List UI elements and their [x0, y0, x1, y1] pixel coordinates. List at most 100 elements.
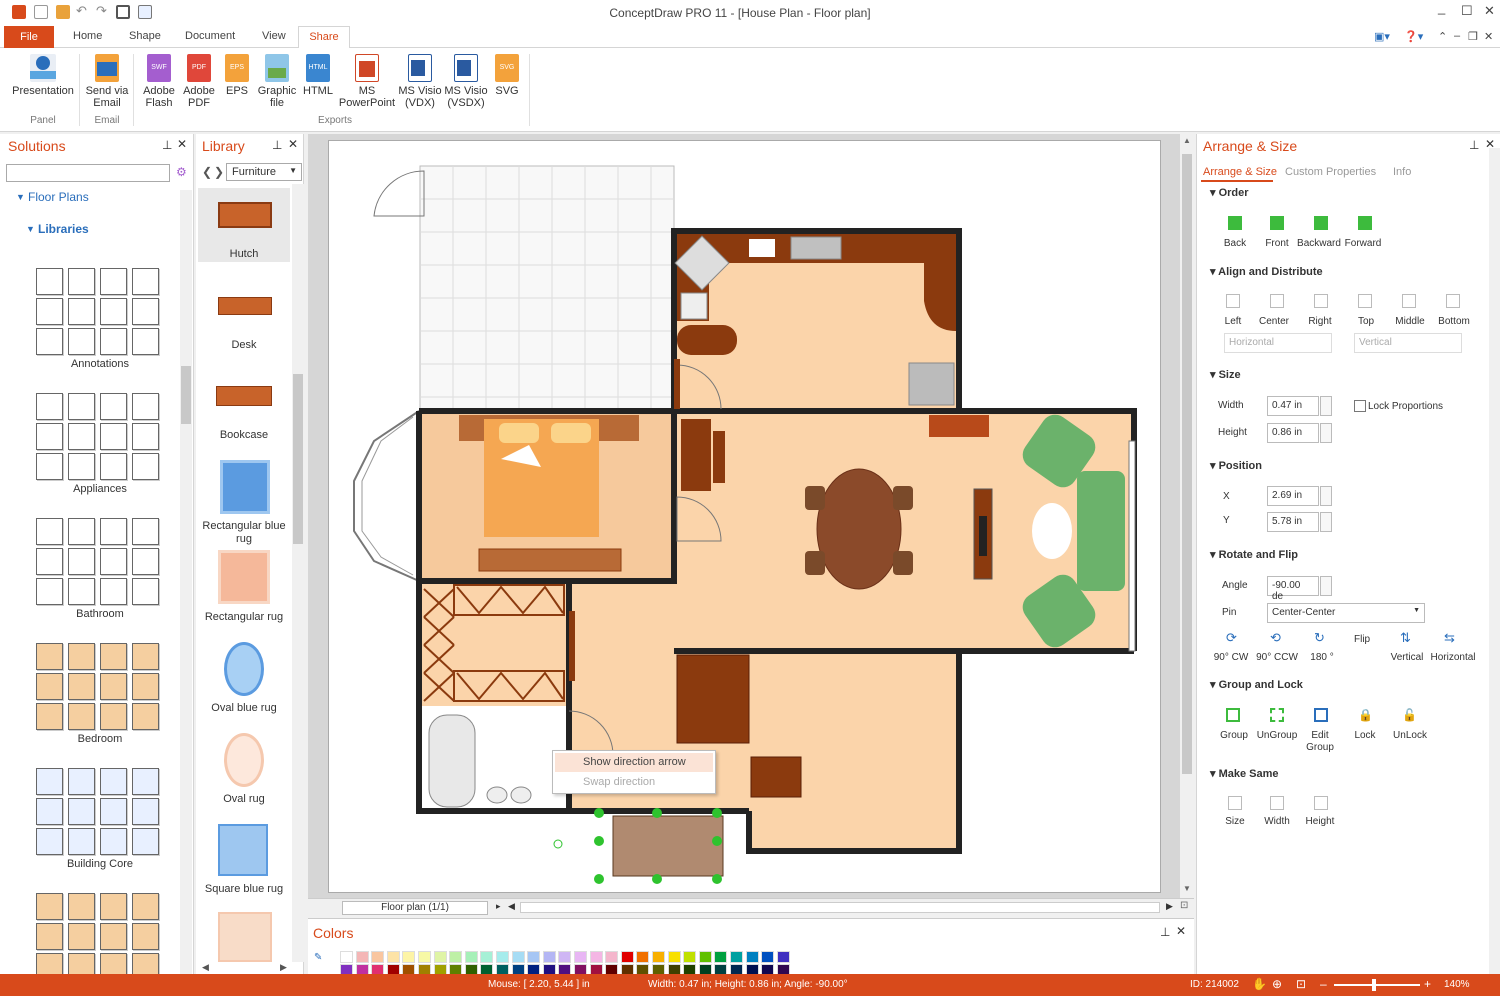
pin-arrange-icon[interactable]: ⊥ — [1469, 138, 1479, 152]
library-symbol[interactable] — [68, 298, 95, 325]
zoom-out-icon[interactable]: – — [1320, 977, 1327, 991]
library-symbol[interactable] — [68, 548, 95, 575]
library-symbol[interactable] — [100, 328, 127, 355]
doc-close-icon[interactable]: ✕ — [1484, 30, 1493, 43]
same-size-button[interactable]: Size — [1215, 816, 1255, 827]
align-right-icon[interactable] — [1314, 294, 1328, 308]
library-symbol[interactable] — [100, 423, 127, 450]
color-swatch[interactable] — [355, 951, 369, 963]
color-swatch[interactable] — [340, 951, 353, 963]
library-symbol[interactable] — [132, 578, 159, 605]
library-symbol[interactable] — [68, 268, 95, 295]
library-select[interactable]: Furniture ▼ — [226, 163, 302, 181]
category-annotations[interactable]: Annotations — [10, 358, 190, 370]
same-size-icon[interactable] — [1228, 796, 1242, 810]
color-swatch[interactable] — [511, 951, 525, 963]
color-swatch[interactable] — [464, 951, 478, 963]
same-height-icon[interactable] — [1314, 796, 1328, 810]
search-options-icon[interactable]: ⚙ — [176, 165, 187, 179]
toilet[interactable] — [486, 786, 508, 804]
library-symbol[interactable] — [132, 673, 159, 700]
library-symbol[interactable] — [100, 828, 127, 855]
library-symbol[interactable] — [132, 328, 159, 355]
library-symbol[interactable] — [100, 548, 127, 575]
category-appliances[interactable]: Appliances — [10, 483, 190, 495]
color-swatch[interactable] — [558, 951, 572, 963]
solutions-search-input[interactable] — [6, 164, 170, 182]
rotate-90cw-button[interactable]: 90° CW — [1210, 652, 1252, 663]
align-middle-button[interactable]: Middle — [1390, 316, 1430, 327]
close-window-icon[interactable]: ✕ — [1484, 3, 1495, 19]
color-swatch[interactable] — [667, 951, 681, 963]
flip-horizontal-icon[interactable]: ⇆ — [1444, 630, 1458, 645]
align-center-button[interactable]: Center — [1254, 316, 1294, 327]
canvas-vscroll[interactable]: ▲ ▼ — [1180, 134, 1194, 898]
color-swatch[interactable] — [745, 951, 759, 963]
scroll-right-icon[interactable]: ▶ — [280, 962, 287, 973]
maximize-icon[interactable]: ☐ — [1461, 3, 1473, 19]
ms-visio-vsdx-button[interactable]: MS Visio (VSDX) — [443, 54, 489, 109]
library-symbol[interactable] — [132, 643, 159, 670]
sink-bath[interactable] — [510, 786, 532, 804]
color-swatch[interactable] — [589, 951, 603, 963]
fit-page-icon[interactable]: ⊡ — [1180, 900, 1188, 911]
color-swatch[interactable] — [698, 951, 712, 963]
ungroup-icon[interactable] — [1270, 708, 1284, 722]
height-input[interactable]: 0.86 in — [1267, 423, 1319, 443]
sideboard[interactable] — [681, 419, 711, 491]
library-item-square-blue-rug[interactable]: Square blue rug — [196, 883, 292, 895]
library-item-rectangular-rug[interactable]: Rectangular rug — [196, 611, 292, 623]
floor-plan-drawing[interactable] — [329, 141, 1162, 894]
library-symbol[interactable] — [36, 923, 63, 950]
pin-select[interactable]: Center-Center ▼ — [1267, 603, 1425, 623]
pin-icon[interactable]: ⊥ — [162, 138, 172, 152]
tree-libraries[interactable]: Libraries — [38, 222, 89, 236]
color-swatch[interactable] — [496, 951, 509, 963]
pin-colors-icon[interactable]: ⊥ — [1160, 925, 1170, 939]
rotate-90ccw-button[interactable]: 90° CCW — [1253, 652, 1301, 663]
color-swatch[interactable] — [776, 951, 790, 963]
color-swatch[interactable] — [620, 951, 634, 963]
x-input[interactable]: 2.69 in — [1267, 486, 1319, 506]
minimize-icon[interactable]: _ — [1438, 0, 1445, 15]
color-swatch[interactable] — [730, 951, 743, 963]
color-swatch[interactable] — [714, 951, 728, 963]
entrance-steps[interactable] — [612, 815, 724, 877]
color-swatch[interactable] — [527, 951, 541, 963]
doc-minimize-icon[interactable]: – — [1454, 30, 1460, 42]
color-swatch[interactable] — [761, 951, 775, 963]
library-symbol[interactable] — [36, 768, 63, 795]
library-symbol[interactable] — [132, 423, 159, 450]
color-swatch[interactable] — [386, 951, 400, 963]
doc-restore-icon[interactable]: ❐ — [1468, 30, 1478, 43]
library-symbol[interactable] — [68, 453, 95, 480]
library-symbol[interactable] — [68, 393, 95, 420]
ms-visio-vdx-button[interactable]: MS Visio (VDX) — [397, 54, 443, 109]
rectangular-blue-rug-shape[interactable] — [220, 460, 270, 514]
width-input[interactable]: 0.47 in — [1267, 396, 1319, 416]
library-symbol[interactable] — [68, 423, 95, 450]
rotate-ccw-icon[interactable]: ⟲ — [1270, 630, 1284, 645]
svg-button[interactable]: SVG SVG — [492, 54, 522, 97]
kitchen-island[interactable] — [677, 325, 737, 355]
library-symbol[interactable] — [36, 518, 63, 545]
dresser[interactable] — [478, 548, 622, 572]
align-middle-icon[interactable] — [1402, 294, 1416, 308]
coffee-table[interactable] — [1032, 503, 1072, 559]
color-swatch[interactable] — [480, 951, 494, 963]
library-symbol[interactable] — [132, 703, 159, 730]
front-button[interactable]: Front — [1257, 238, 1297, 249]
fill-tool-icon[interactable]: ✎ — [314, 952, 322, 963]
library-symbol[interactable] — [100, 798, 127, 825]
category-bathroom[interactable]: Bathroom — [10, 608, 190, 620]
angle-input[interactable]: -90.00 de — [1267, 576, 1319, 602]
library-item-oval-rug[interactable]: Oval rug — [196, 793, 292, 805]
patio-door-swing[interactable] — [373, 170, 425, 217]
library-symbol[interactable] — [132, 453, 159, 480]
library-symbol[interactable] — [36, 453, 63, 480]
pin-library-icon[interactable]: ⊥ — [272, 138, 282, 152]
align-top-icon[interactable] — [1358, 294, 1372, 308]
align-bottom-icon[interactable] — [1446, 294, 1460, 308]
canvas-hscroll[interactable] — [520, 902, 1160, 913]
library-symbol[interactable] — [100, 673, 127, 700]
